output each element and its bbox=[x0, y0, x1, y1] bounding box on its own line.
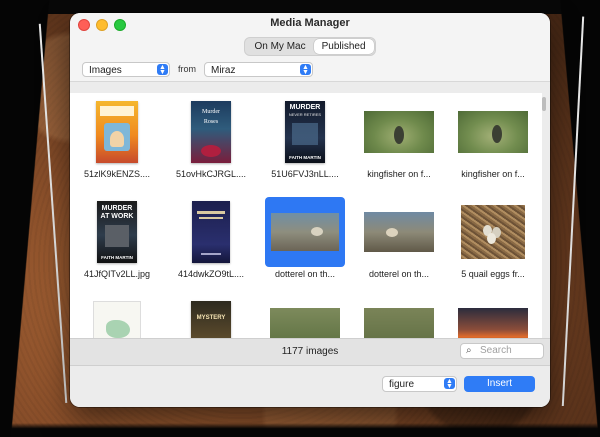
search-placeholder: Search bbox=[480, 345, 512, 356]
thumbnail bbox=[265, 297, 345, 338]
media-type-value: Images bbox=[89, 64, 122, 76]
photo-birds bbox=[270, 308, 340, 338]
chevron-updown-icon: ▲ ▼ bbox=[157, 63, 168, 76]
grid-item[interactable] bbox=[73, 293, 161, 338]
grid-item[interactable] bbox=[449, 293, 537, 338]
book-author-text: FAITH MARTIN bbox=[289, 155, 321, 160]
thumbnail: MURDER AT WORK FAITH MARTIN bbox=[77, 197, 157, 267]
grid-item[interactable]: kingfisher on f... bbox=[449, 93, 537, 193]
grid-item-caption: 51ovHkCJRGL.... bbox=[175, 169, 247, 179]
insert-button[interactable]: Insert bbox=[464, 376, 535, 392]
grid-item[interactable]: MYSTERY bbox=[167, 293, 255, 338]
thumbnail bbox=[77, 297, 157, 338]
grid-item-caption: 5 quail eggs fr... bbox=[461, 269, 525, 279]
photo-kingfisher bbox=[364, 111, 434, 153]
grid-item[interactable] bbox=[355, 293, 443, 338]
photo-kingfisher bbox=[458, 111, 528, 153]
book-cover-orange bbox=[96, 101, 138, 163]
book-title-text: MURDER AT WORK bbox=[100, 205, 134, 220]
source-value: Miraz bbox=[211, 64, 236, 76]
book-cover-murder-never-retires: MURDER NEVER RETIRES FAITH MARTIN bbox=[285, 101, 325, 163]
thumbnail bbox=[359, 197, 439, 267]
thumbnail bbox=[359, 97, 439, 167]
grid-item-caption: 51U6FVJ3nLL.... bbox=[271, 169, 339, 179]
thumbnail bbox=[453, 297, 533, 338]
book-cover-navy bbox=[192, 201, 230, 263]
thumbnail bbox=[453, 97, 533, 167]
thumbnail bbox=[359, 297, 439, 338]
chevron-updown-icon: ▲ ▼ bbox=[444, 378, 455, 390]
background-edge bbox=[0, 423, 600, 437]
from-label: from bbox=[178, 64, 196, 74]
book-cover-roses: Murder Roses bbox=[191, 101, 231, 163]
book-author-text: FAITH MARTIN bbox=[101, 255, 133, 260]
photo-dotterel bbox=[364, 212, 434, 252]
grid-item-caption: kingfisher on f... bbox=[367, 169, 431, 179]
background-edge bbox=[0, 0, 600, 14]
media-grid: 51zlK9kENZS.... Murder Roses 51ovHkCJRGL… bbox=[70, 93, 542, 338]
thumbnail bbox=[453, 197, 533, 267]
format-value: figure bbox=[389, 379, 415, 390]
window-title: Media Manager bbox=[270, 17, 350, 29]
photo-quail-eggs bbox=[461, 205, 525, 259]
grid-item[interactable]: 51zlK9kENZS.... bbox=[73, 93, 161, 193]
book-subtitle-text: NEVER RETIRES bbox=[288, 112, 322, 117]
thumbnail bbox=[77, 97, 157, 167]
source-segmented-control: On My Mac Published bbox=[244, 36, 376, 56]
book-cover-murder-at-work: MURDER AT WORK FAITH MARTIN bbox=[97, 201, 137, 263]
book-cover-country-inn: MYSTERY bbox=[191, 301, 231, 338]
source-select[interactable]: Miraz ▲ ▼ bbox=[204, 61, 313, 77]
grid-item[interactable]: MURDER AT WORK FAITH MARTIN 41JfQITv2LL.… bbox=[73, 193, 161, 293]
grid-item[interactable]: dotterel on th... bbox=[355, 193, 443, 293]
filter-bar: Images ▲ ▼ from Miraz ▲ ▼ bbox=[70, 57, 550, 82]
photo-dotterel bbox=[271, 213, 339, 251]
search-icon: ⌕ bbox=[466, 345, 472, 356]
tab-published[interactable]: Published bbox=[313, 38, 374, 54]
media-manager-window: Media Manager On My Mac Published Images… bbox=[70, 13, 550, 407]
status-bar: 1177 images ⌕ Search bbox=[70, 338, 550, 366]
grid-item-caption: dotterel on th... bbox=[368, 269, 430, 279]
photo-bird-field bbox=[364, 308, 434, 338]
grid-item-selected[interactable]: dotterel on th... bbox=[261, 193, 349, 293]
grid-item-caption: 51zlK9kENZS.... bbox=[83, 169, 151, 179]
thumbnail-selected bbox=[265, 197, 345, 267]
format-select[interactable]: figure ▲ ▼ bbox=[382, 376, 457, 392]
grid-item-caption: kingfisher on f... bbox=[461, 169, 525, 179]
tab-on-my-mac[interactable]: On My Mac bbox=[246, 39, 313, 54]
book-title-text: MURDER bbox=[289, 104, 321, 111]
titlebar: Media Manager bbox=[70, 13, 550, 35]
grid-item-caption: dotterel on th... bbox=[274, 269, 336, 279]
map-illustration bbox=[93, 301, 141, 338]
grid-item[interactable]: Murder Roses 51ovHkCJRGL.... bbox=[167, 93, 255, 193]
grid-item[interactable]: 414dwkZO9tL.... bbox=[167, 193, 255, 293]
thumbnail: Murder Roses bbox=[171, 97, 251, 167]
thumbnail bbox=[171, 197, 251, 267]
grid-item-caption: 41JfQITv2LL.jpg bbox=[83, 269, 151, 279]
thumbnail: MURDER NEVER RETIRES FAITH MARTIN bbox=[265, 97, 345, 167]
search-field[interactable]: ⌕ Search bbox=[460, 343, 544, 359]
source-tabs-row: On My Mac Published bbox=[70, 35, 550, 57]
photo-sunset bbox=[458, 308, 528, 338]
thumbnail: MYSTERY bbox=[171, 297, 251, 338]
grid-item[interactable] bbox=[261, 293, 349, 338]
grid-item[interactable]: kingfisher on f... bbox=[355, 93, 443, 193]
grid-item[interactable]: 5 quail eggs fr... bbox=[449, 193, 537, 293]
chevron-updown-icon: ▲ ▼ bbox=[300, 63, 311, 76]
grid-scrollbar-thumb[interactable] bbox=[542, 97, 546, 111]
footer-bar: figure ▲ ▼ Insert bbox=[70, 366, 550, 407]
grid-item-caption: 414dwkZO9tL.... bbox=[177, 269, 245, 279]
grid-item[interactable]: MURDER NEVER RETIRES FAITH MARTIN 51U6FV… bbox=[261, 93, 349, 193]
book-title-text: MYSTERY bbox=[196, 315, 226, 321]
media-type-select[interactable]: Images ▲ ▼ bbox=[82, 61, 170, 77]
book-title-text: Murder Roses bbox=[202, 109, 220, 125]
